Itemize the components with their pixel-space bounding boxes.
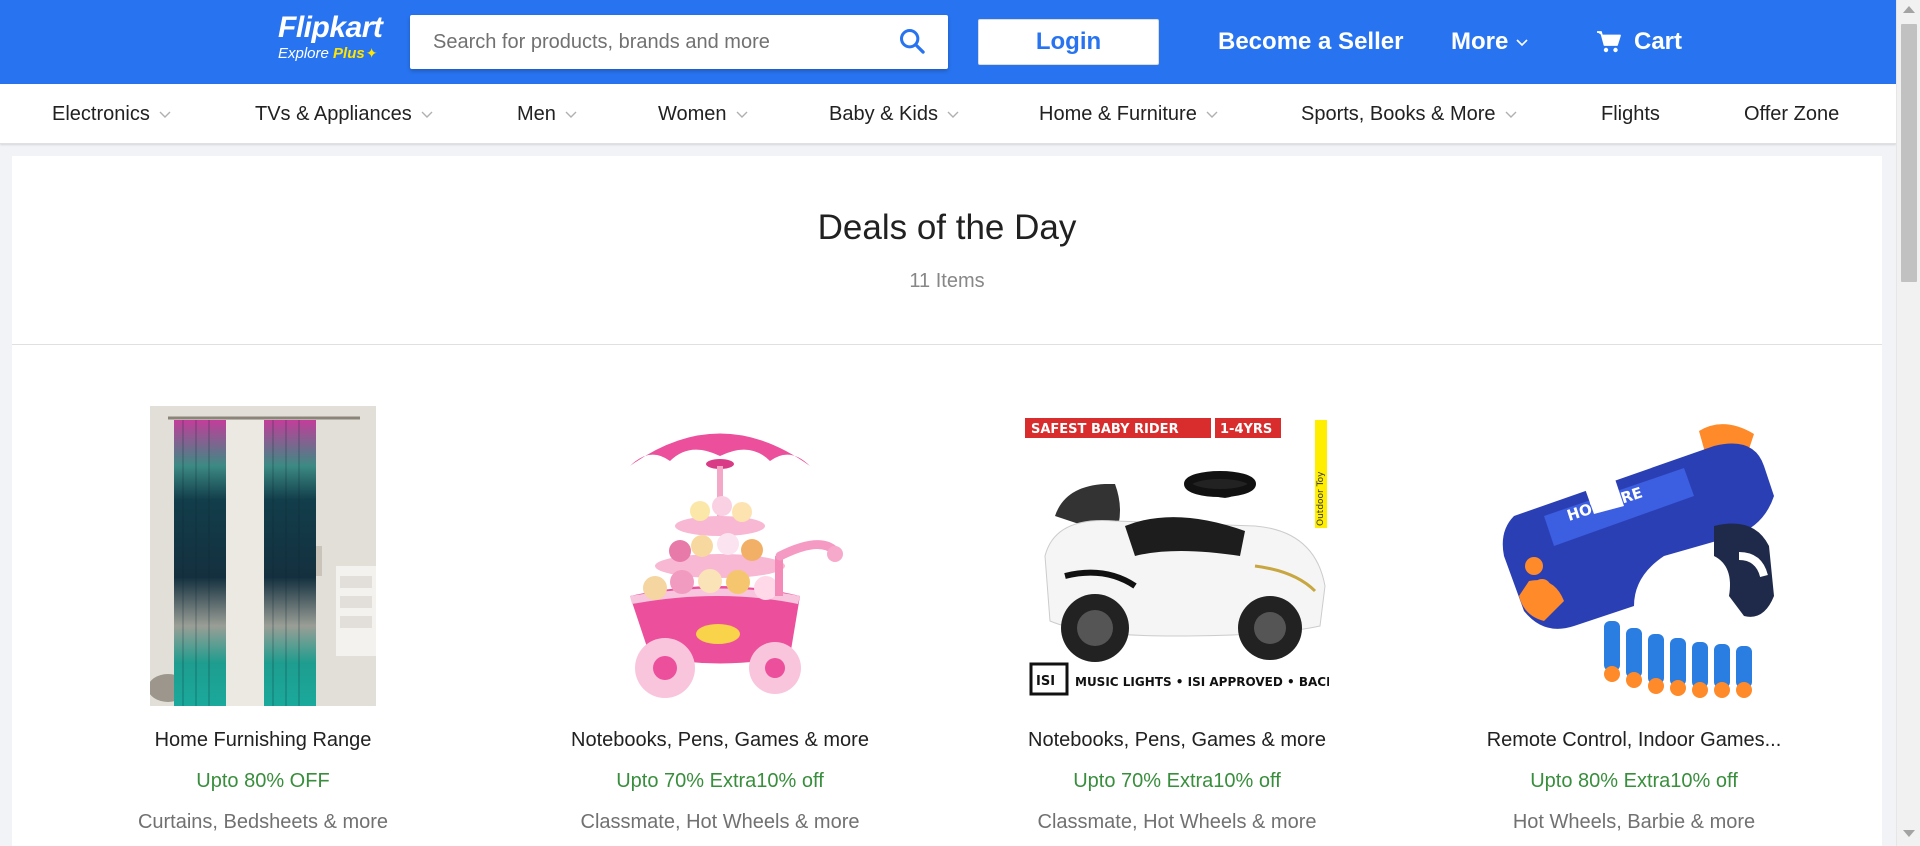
search-box <box>410 15 948 69</box>
deal-card-4[interactable]: HOT FIRE Remote Control, Indoor Games...… <box>1414 405 1854 846</box>
deal-name: Notebooks, Pens, Games & more <box>571 729 869 751</box>
chevron-down-icon <box>736 111 748 118</box>
deal-brands: Classmate, Hot Wheels & more <box>580 811 860 833</box>
cart-icon <box>1597 31 1621 53</box>
category-label: Sports, Books & More <box>1301 102 1496 125</box>
top-header: Flipkart Explore Plus✦ Login Become a Se… <box>0 0 1896 84</box>
category-label: Flights <box>1601 102 1660 125</box>
scroll-up-arrow-icon[interactable] <box>1903 6 1915 13</box>
deal-brands: Curtains, Bedsheets & more <box>137 811 389 833</box>
search-icon[interactable] <box>898 27 926 55</box>
more-menu[interactable]: More <box>1451 27 1528 57</box>
age-text: 1-4YRS <box>1220 422 1272 437</box>
curtains-image <box>43 405 483 707</box>
logo-tagline: Explore Plus✦ <box>278 44 382 63</box>
category-men[interactable]: Men <box>517 84 577 144</box>
deal-name: Remote Control, Indoor Games... <box>1486 729 1782 751</box>
curtains-illustration <box>150 406 376 706</box>
login-button[interactable]: Login <box>978 19 1159 65</box>
cart-label: Cart <box>1634 28 1683 55</box>
category-tvs-appliances[interactable]: TVs & Appliances <box>255 84 433 144</box>
flipkart-logo[interactable]: Flipkart Explore Plus✦ <box>278 11 383 63</box>
scroll-down-arrow-icon[interactable] <box>1903 830 1915 837</box>
deal-offer: Upto 70% Extra10% off <box>1073 770 1281 792</box>
chevron-down-icon <box>1516 39 1528 47</box>
category-label: Home & Furniture <box>1039 102 1197 125</box>
deal-card-2[interactable]: Notebooks, Pens, Games & more Upto 70% E… <box>500 405 940 846</box>
chevron-down-icon <box>1505 111 1517 118</box>
deal-offer: Upto 80% Extra10% off <box>1530 770 1738 792</box>
deal-name: Notebooks, Pens, Games & more <box>1028 729 1326 751</box>
isi-mark: ISI <box>1036 674 1055 689</box>
cart-link[interactable]: Cart <box>1596 27 1682 57</box>
category-baby-kids[interactable]: Baby & Kids <box>829 84 959 144</box>
deal-card-3[interactable]: SAFEST BABY RIDER 1-4YRS Outdoor Toy ISI… <box>957 405 1397 846</box>
category-label: Women <box>658 102 727 125</box>
chevron-down-icon <box>947 111 959 118</box>
deals-panel: Deals of the Day 11 Items Home Furnishin… <box>12 156 1882 846</box>
deal-offer: Upto 80% OFF <box>196 770 330 792</box>
deals-header: Deals of the Day 11 Items <box>12 156 1882 345</box>
category-label: Offer Zone <box>1744 102 1840 125</box>
deal-card-1[interactable]: Home Furnishing Range Upto 80% OFF Curta… <box>43 405 483 846</box>
chevron-down-icon <box>565 111 577 118</box>
toy-blaster-image: HOT FIRE <box>1414 405 1854 707</box>
category-sports-books[interactable]: Sports, Books & More <box>1301 84 1517 144</box>
deals-count: 11 Items <box>909 270 985 292</box>
features-text: MUSIC LIGHTS • ISI APPROVED • BACKREST <box>1075 675 1329 689</box>
logo-explore: Explore <box>278 45 329 62</box>
logo-brand: Flipkart <box>278 11 383 44</box>
category-label: TVs & Appliances <box>255 102 412 125</box>
side-text: Outdoor Toy <box>1316 471 1326 526</box>
chevron-down-icon <box>421 111 433 118</box>
chevron-down-icon <box>159 111 171 118</box>
category-offer-zone[interactable]: Offer Zone <box>1744 84 1839 144</box>
category-home-furniture[interactable]: Home & Furniture <box>1039 84 1218 144</box>
logo-plus: Plus <box>333 45 365 62</box>
page-scrollbar[interactable] <box>1896 0 1920 846</box>
baby-ride-on-car-image: SAFEST BABY RIDER 1-4YRS Outdoor Toy ISI… <box>957 405 1397 707</box>
more-label: More <box>1451 28 1509 55</box>
become-seller-link[interactable]: Become a Seller <box>1218 27 1403 57</box>
deal-offer: Upto 70% Extra10% off <box>616 770 824 792</box>
chevron-down-icon <box>1206 111 1218 118</box>
category-nav: Electronics TVs & Appliances Men Women B… <box>0 84 1896 144</box>
scroll-thumb[interactable] <box>1901 24 1917 282</box>
deal-brands: Classmate, Hot Wheels & more <box>1037 811 1317 833</box>
ride-on-car-illustration: SAFEST BABY RIDER 1-4YRS Outdoor Toy ISI… <box>1025 418 1329 696</box>
category-label: Electronics <box>52 102 150 125</box>
ice-cream-cart-toy-image <box>500 405 940 707</box>
category-women[interactable]: Women <box>658 84 748 144</box>
category-flights[interactable]: Flights <box>1601 84 1660 144</box>
category-label: Men <box>517 102 556 125</box>
search-input[interactable] <box>410 15 880 69</box>
category-electronics[interactable]: Electronics <box>52 84 171 144</box>
banner-text: SAFEST BABY RIDER <box>1031 422 1179 437</box>
ice-cream-cart-illustration <box>630 433 843 698</box>
deals-title: Deals of the Day <box>817 208 1077 247</box>
deal-brands: Hot Wheels, Barbie & more <box>1512 811 1756 833</box>
deal-name: Home Furnishing Range <box>154 729 372 751</box>
toy-blaster-illustration: HOT FIRE <box>1502 424 1774 698</box>
category-label: Baby & Kids <box>829 102 938 125</box>
plus-star-icon: ✦ <box>365 45 378 61</box>
